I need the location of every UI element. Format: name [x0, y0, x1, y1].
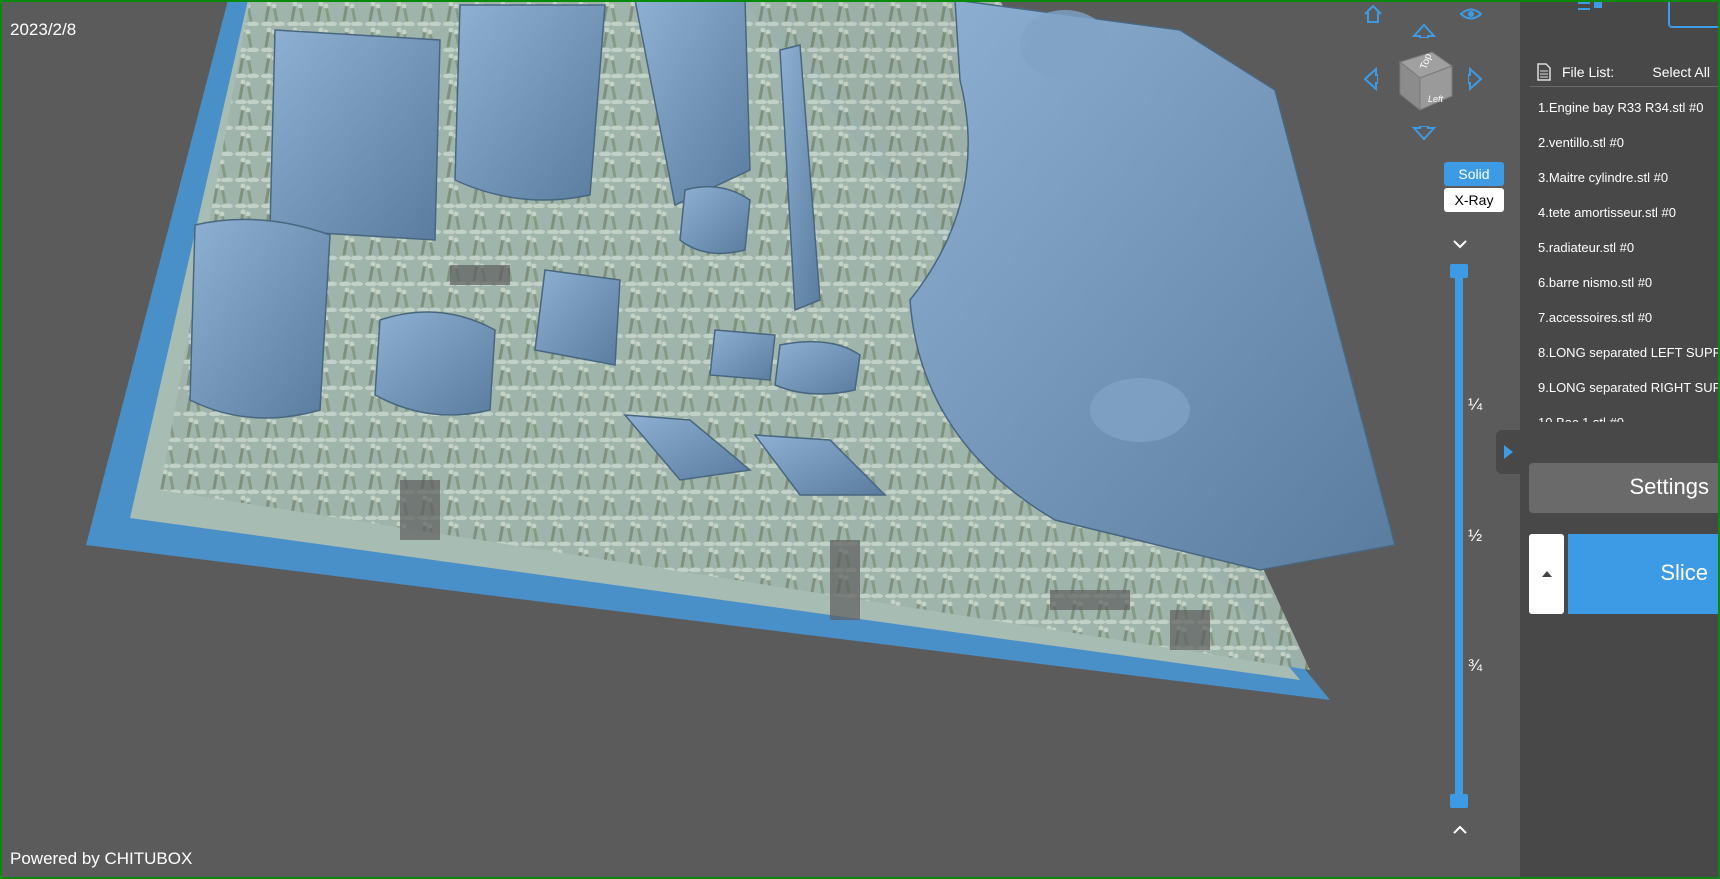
model-tank-box: [534, 269, 621, 366]
file-item-9[interactable]: 9.LONG separated RIGHT SUPPORTED.stl #0: [1538, 372, 1720, 407]
cube-face-left: Left: [1428, 94, 1444, 104]
file-item-2[interactable]: 2.ventillo.stl #0: [1538, 127, 1720, 162]
caret-up-icon: [1542, 571, 1552, 577]
render-mode-toggle: Solid X-Ray: [1444, 162, 1504, 214]
select-all-button[interactable]: Select All: [1652, 64, 1710, 80]
triangle-right-icon: [1504, 445, 1513, 459]
file-list-label: File List:: [1562, 64, 1615, 80]
home-view-icon[interactable]: [1359, 0, 1387, 28]
model-engine-cover: [269, 29, 441, 241]
model-reservoir-flat: [374, 311, 496, 416]
right-panel: File List: Select All 1.Engine bay R33 R…: [1520, 0, 1720, 879]
model-accessory-cyl: [774, 340, 861, 395]
chevron-down-icon[interactable]: [1450, 236, 1470, 252]
panel-collapse-tab[interactable]: [1496, 430, 1520, 474]
eye-icon[interactable]: [1457, 0, 1485, 28]
model-master-cylinder: [679, 185, 751, 255]
file-list: 1.Engine bay R33 R34.stl #0 2.ventillo.s…: [1538, 92, 1720, 422]
slice-options-button[interactable]: [1529, 534, 1564, 614]
panel-tab-box[interactable]: [1668, 0, 1720, 28]
slice-button[interactable]: Slice: [1568, 534, 1720, 614]
layer-slider-top-handle[interactable]: [1450, 264, 1468, 278]
model-reservoir-large: [189, 218, 331, 419]
file-item-3[interactable]: 3.Maitre cylindre.stl #0: [1538, 162, 1720, 197]
model-accessory-box: [709, 329, 776, 381]
powered-by-label: Powered by CHITUBOX: [10, 849, 193, 868]
build-plate-scene[interactable]: [0, 0, 1520, 879]
file-item-1[interactable]: 1.Engine bay R33 R34.stl #0: [1538, 92, 1720, 127]
slider-tick-three-quarters: ¾: [1468, 656, 1483, 675]
list-menu-icon[interactable]: [1576, 0, 1606, 19]
arrow-down-icon[interactable]: [1410, 120, 1438, 148]
document-icon: [1537, 63, 1551, 81]
slice-group: Slice: [1529, 534, 1720, 614]
solid-mode-button[interactable]: Solid: [1444, 162, 1504, 186]
arrow-left-icon[interactable]: [1356, 65, 1384, 93]
file-item-7[interactable]: 7.accessoires.stl #0: [1538, 302, 1720, 337]
view-cube[interactable]: Top Left: [1392, 48, 1458, 114]
file-item-5[interactable]: 5.radiateur.stl #0: [1538, 232, 1720, 267]
settings-label: Settings: [1629, 474, 1710, 499]
3d-viewport[interactable]: 2023/2/8 Powered by CHITUBOX Top Left So…: [0, 0, 1520, 879]
date-label: 2023/2/8: [10, 20, 77, 39]
layer-slider-track[interactable]: [1455, 268, 1463, 804]
arrow-up-icon[interactable]: [1410, 16, 1438, 44]
slice-label: Slice: [1660, 560, 1708, 585]
settings-button[interactable]: Settings: [1529, 463, 1720, 513]
layer-slider-bottom-handle[interactable]: [1450, 794, 1468, 808]
model-air-intake: [454, 4, 606, 201]
file-item-8[interactable]: 8.LONG separated LEFT SUPPORTED.stl #0: [1538, 337, 1720, 372]
xray-mode-button[interactable]: X-Ray: [1444, 188, 1504, 212]
slider-tick-half: ½: [1468, 526, 1483, 545]
file-item-10[interactable]: 10.Bac 1.stl #0: [1538, 407, 1720, 422]
file-list-header: File List: Select All: [1530, 58, 1720, 87]
file-item-4[interactable]: 4.tete amortisseur.stl #0: [1538, 197, 1720, 232]
file-item-6[interactable]: 6.barre nismo.stl #0: [1538, 267, 1720, 302]
chevron-up-icon[interactable]: [1450, 822, 1470, 838]
arrow-right-icon[interactable]: [1462, 65, 1490, 93]
slider-tick-quarter: ¼: [1468, 395, 1483, 414]
